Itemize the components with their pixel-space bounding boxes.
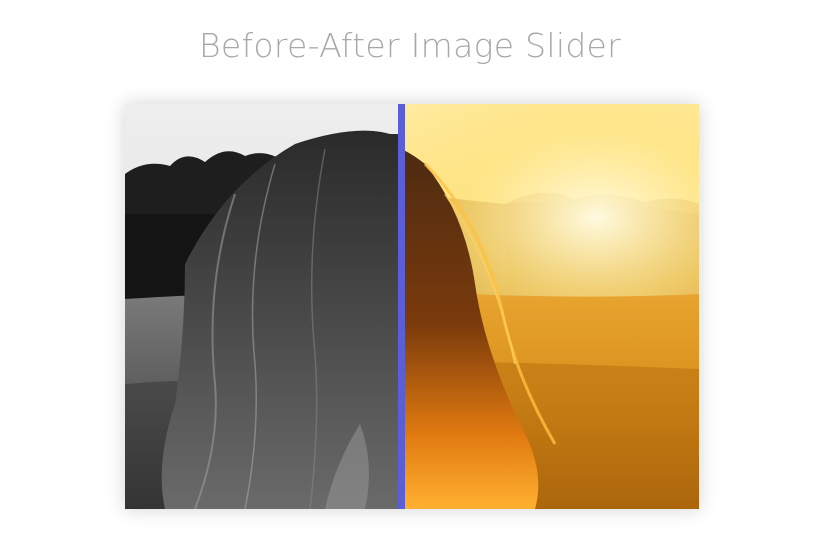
before-after-slider[interactable]	[125, 104, 699, 509]
before-image	[125, 104, 401, 509]
page: Before-After Image Slider	[0, 0, 820, 536]
page-title: Before-After Image Slider	[198, 26, 622, 65]
slider-handle[interactable]	[398, 104, 405, 509]
